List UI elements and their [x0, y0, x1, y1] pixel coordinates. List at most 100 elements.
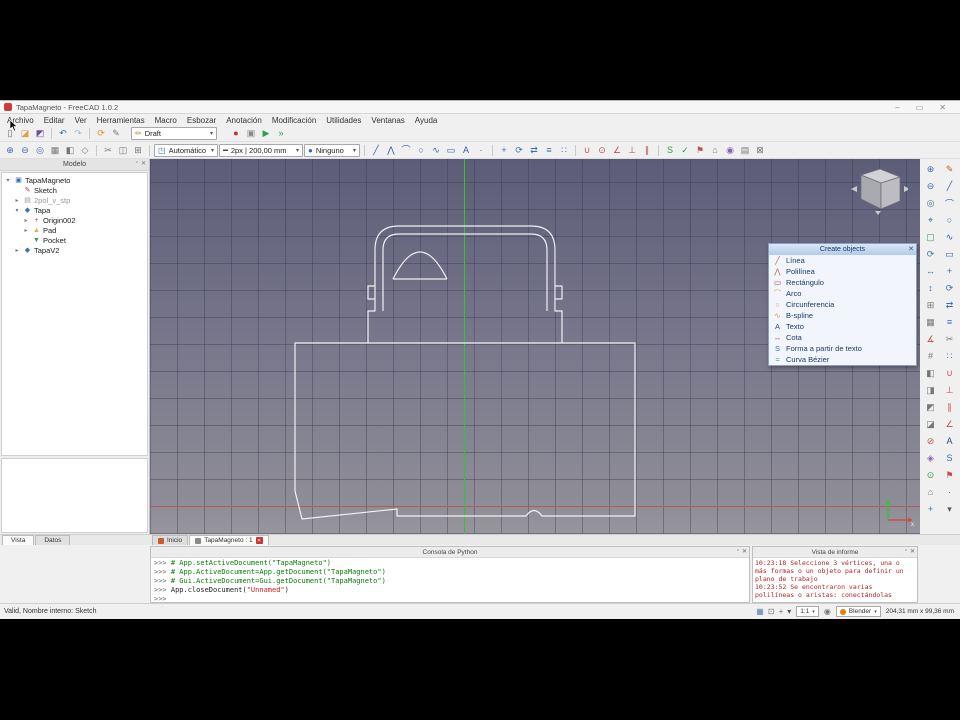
nav-style-selector[interactable]: Blender ▾ — [836, 606, 881, 617]
redo-icon[interactable]: ↷ — [71, 127, 85, 140]
rectangle-tool-icon[interactable]: ▭ — [444, 144, 458, 157]
rt2-circle-icon[interactable]: ○ — [942, 213, 957, 227]
rotate-tool-icon[interactable]: ⟳ — [512, 144, 526, 157]
rt-wireframe-icon[interactable]: ▦ — [923, 315, 938, 329]
rt2-trim-icon[interactable]: ✂ — [942, 332, 957, 346]
menu-macro[interactable]: Macro — [150, 116, 182, 125]
menu-editar[interactable]: Editar — [39, 116, 70, 125]
mirror-tool-icon[interactable]: ⇄ — [527, 144, 541, 157]
paste-icon[interactable]: ⊞ — [131, 144, 145, 157]
offset-tool-icon[interactable]: ≡ — [542, 144, 556, 157]
close-panel-button[interactable]: ✕ — [910, 548, 915, 555]
working-plane-selector[interactable]: ◳Automático▾ — [154, 144, 218, 157]
layers-icon[interactable]: ▤ — [738, 144, 752, 157]
create-objects-close-button[interactable]: ✕ — [908, 245, 914, 253]
tree-item-pocket[interactable]: ▼Pocket — [2, 235, 147, 245]
tree-item-origin002[interactable]: ▸+Origin002 — [2, 215, 147, 225]
menu-ventanas[interactable]: Ventanas — [366, 116, 409, 125]
create-cota[interactable]: ↔Cota — [769, 332, 916, 343]
rt-zoom-in-icon[interactable]: ⊕ — [923, 162, 938, 176]
python-console-output[interactable]: >>> # App.setActiveDocument("TapaMagneto… — [151, 558, 749, 602]
close-panel-button[interactable]: ✕ — [742, 548, 747, 555]
rt-clip-top-icon[interactable]: ◩ — [923, 400, 938, 414]
rt-clip-right-icon[interactable]: ◨ — [923, 383, 938, 397]
macro-play-icon[interactable]: ▶ — [259, 127, 273, 140]
expander-icon[interactable]: ▸ — [22, 217, 30, 224]
rt-hide-icon[interactable]: ⊘ — [923, 434, 938, 448]
tree-item-tapav2[interactable]: ▸◆TapaV2 — [2, 245, 147, 255]
rt2-arc-icon[interactable]: ⌒ — [942, 196, 957, 210]
expander-icon[interactable]: ▾ — [4, 177, 12, 184]
view-front-icon[interactable]: ◧ — [63, 144, 77, 157]
snap-angle-icon[interactable]: ∠ — [610, 144, 624, 157]
rt2-bspline-icon[interactable]: ∿ — [942, 230, 957, 244]
3d-viewport[interactable]: x Create objects ✕ ╱Línea⋀Polilínea▭Rect… — [150, 159, 920, 534]
float-panel-button[interactable]: ▫ — [905, 548, 907, 555]
rt2-annotation-icon[interactable]: ⚑ — [942, 468, 957, 482]
rt-rotate-view-icon[interactable]: ⟳ — [923, 247, 938, 261]
polyline-tool-icon[interactable]: ⋀ — [384, 144, 398, 157]
menu-archivo[interactable]: Archivo — [2, 116, 39, 125]
snap-parallel-icon[interactable]: ∥ — [640, 144, 654, 157]
refresh-icon[interactable]: ⟳ — [94, 127, 108, 140]
expander-icon[interactable]: ▸ — [22, 227, 30, 234]
rt2-rectangle-icon[interactable]: ▭ — [942, 247, 957, 261]
snap-perpendicular-icon[interactable]: ⊥ — [625, 144, 639, 157]
rt-light-icon[interactable]: ⊙ — [923, 468, 938, 482]
rt-pan-h-icon[interactable]: ↔ — [923, 264, 938, 278]
rt2-more-icon[interactable]: ▾ — [942, 502, 957, 516]
rt-grid-icon[interactable]: ⊞ — [923, 298, 938, 312]
menu-utilidades[interactable]: Utilidades — [321, 116, 366, 125]
autogroup-selector[interactable]: ●Ninguno▾ — [304, 144, 360, 157]
create-circunferencia[interactable]: ○Circunferencia — [769, 299, 916, 310]
menu-modificación[interactable]: Modificación — [267, 116, 321, 125]
eye-icon[interactable]: ◉ — [824, 607, 831, 616]
rt-texture-icon[interactable]: ◈ — [923, 451, 938, 465]
arc-tool-icon[interactable]: ⌒ — [399, 144, 413, 157]
create-objects-header[interactable]: Create objects ✕ — [769, 244, 916, 255]
rt2-snap-perp-icon[interactable]: ⊥ — [942, 383, 957, 397]
move-tool-icon[interactable]: + — [497, 144, 511, 157]
rt2-line-icon[interactable]: ╱ — [942, 179, 957, 193]
rt2-rotate-icon[interactable]: ⟳ — [942, 281, 957, 295]
minimize-button[interactable]: – — [895, 103, 899, 112]
workbench-selector[interactable]: ✏Draft▾ — [131, 127, 217, 140]
snap-lock-icon[interactable]: ∪ — [580, 144, 594, 157]
close-panel-button[interactable]: ✕ — [141, 160, 146, 167]
rt2-move-icon[interactable]: + — [942, 264, 957, 278]
rt-pan-v-icon[interactable]: ↕ — [923, 281, 938, 295]
bspline-tool-icon[interactable]: ∿ — [429, 144, 443, 157]
menu-herramientas[interactable]: Herramientas — [92, 116, 150, 125]
rt-axes-icon[interactable]: + — [923, 502, 938, 516]
cut-icon[interactable]: ✂ — [101, 144, 115, 157]
rt-clip-bottom-icon[interactable]: ◪ — [923, 417, 938, 431]
create-texto[interactable]: ATexto — [769, 321, 916, 332]
menu-esbozar[interactable]: Esbozar — [182, 116, 221, 125]
tab-datos[interactable]: Datos — [35, 535, 70, 545]
array-tool-icon[interactable]: ∷ — [557, 144, 571, 157]
rt2-shapestring-icon[interactable]: S — [942, 451, 957, 465]
tab-tapamagneto[interactable]: TapaMagneto : 1✕ — [189, 535, 268, 545]
create-arco[interactable]: ⌒Arco — [769, 288, 916, 299]
tab-close-icon[interactable]: ✕ — [256, 537, 263, 544]
point-tool-icon[interactable]: · — [474, 144, 488, 157]
crosshair-toggle-icon[interactable]: + — [779, 607, 784, 616]
snap-menu-icon[interactable]: ▾ — [787, 607, 791, 616]
maximize-button[interactable]: ▭ — [916, 103, 924, 112]
shapestring-icon[interactable]: S — [663, 144, 677, 157]
save-icon[interactable]: ◩ — [33, 127, 47, 140]
open-folder-icon[interactable]: ◪ — [18, 127, 32, 140]
snap-center-icon[interactable]: ⊙ — [595, 144, 609, 157]
expander-icon[interactable]: ▸ — [13, 197, 21, 204]
rt2-snap-parallel-icon[interactable]: ∥ — [942, 400, 957, 414]
create-polilínea[interactable]: ⋀Polilínea — [769, 266, 916, 277]
macro-step-icon[interactable]: » — [274, 127, 288, 140]
zoom-out-icon[interactable]: ⊖ — [18, 144, 32, 157]
render-icon[interactable]: ◉ — [723, 144, 737, 157]
rt-center-icon[interactable]: ⌖ — [923, 213, 938, 227]
menu-anotación[interactable]: Anotación — [221, 116, 267, 125]
rt2-array-icon[interactable]: ∷ — [942, 349, 957, 363]
draw-style-icon[interactable]: ▦ — [48, 144, 62, 157]
scale-selector[interactable]: 1:1 ▾ — [796, 606, 819, 617]
menu-ver[interactable]: Ver — [70, 116, 92, 125]
